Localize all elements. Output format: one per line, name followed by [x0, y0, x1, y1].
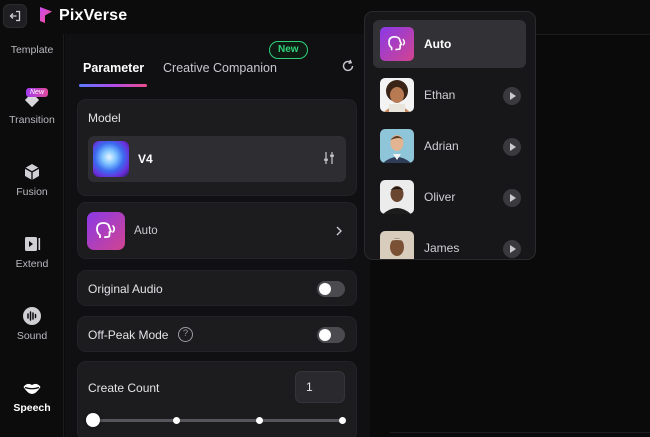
sidebar-item-label: Extend — [15, 258, 49, 270]
voice-value: Auto — [134, 225, 158, 237]
exit-icon — [9, 10, 21, 22]
tab-parameter[interactable]: Parameter — [83, 61, 144, 75]
parameter-panel: Parameter Creative Companion New Model V… — [65, 34, 370, 437]
top-bar: PixVerse — [0, 0, 650, 34]
create-count-card: Create Count 1 — [77, 361, 357, 437]
toggle-knob — [319, 283, 331, 295]
james-avatar-image — [380, 231, 414, 259]
active-tab-indicator — [79, 84, 147, 87]
sidebar-item-sound[interactable]: Sound — [0, 306, 64, 342]
avatar — [380, 180, 414, 214]
voice-option-name: Adrian — [424, 139, 459, 153]
toggle-knob — [319, 329, 331, 341]
create-count-input[interactable]: 1 — [295, 371, 345, 403]
sidebar-item-label: Fusion — [16, 186, 48, 198]
pixverse-logo-icon — [40, 7, 52, 23]
divider — [390, 432, 650, 433]
new-badge: New — [269, 41, 308, 59]
play-icon[interactable] — [503, 87, 521, 105]
avatar — [380, 231, 414, 259]
ethan-avatar-image — [380, 78, 414, 112]
voice-option-adrian[interactable]: Adrian — [373, 122, 526, 170]
off-peak-row: Off-Peak Mode ? — [77, 316, 357, 352]
voice-option-name: James — [424, 241, 460, 255]
voice-option-name: Oliver — [424, 190, 456, 204]
divider — [536, 34, 650, 35]
voice-selector[interactable]: Auto — [77, 202, 357, 259]
model-card: Model V4 — [77, 99, 357, 196]
voice-thumbnail — [87, 212, 125, 250]
sidebar-item-label: Speech — [13, 402, 51, 414]
refresh-icon[interactable] — [341, 59, 355, 73]
back-button[interactable] — [3, 4, 27, 28]
voice-option-name: Auto — [424, 37, 452, 51]
voice-option-oliver[interactable]: Oliver — [373, 173, 526, 221]
waveform-icon — [23, 307, 41, 325]
voice-option-ethan[interactable]: Ethan — [373, 71, 526, 119]
voice-option-james[interactable]: James — [373, 224, 526, 259]
voice-option-auto[interactable]: Auto — [373, 20, 526, 68]
create-count-slider[interactable] — [86, 413, 346, 427]
extend-icon — [25, 237, 41, 251]
slider-step-dot[interactable] — [172, 417, 180, 424]
voice-dropdown: Auto Ethan Adrian Oliver James — [364, 11, 536, 260]
sidebar-item-transition[interactable]: New Transition — [0, 88, 64, 126]
sidebar-item-label: Template — [10, 44, 54, 56]
off-peak-toggle[interactable] — [317, 327, 345, 343]
tab-creative-companion[interactable]: Creative Companion — [163, 61, 277, 75]
auto-voice-avatar — [380, 27, 414, 61]
cube-icon — [24, 164, 40, 180]
model-thumbnail — [93, 141, 129, 177]
avatar — [380, 129, 414, 163]
play-icon[interactable] — [503, 240, 521, 258]
adrian-avatar-image — [380, 129, 414, 163]
model-name: V4 — [138, 152, 153, 166]
sidebar-item-label: Transition — [9, 114, 55, 126]
create-count-label: Create Count — [88, 381, 160, 395]
sidebar-item-fusion[interactable]: Fusion — [0, 162, 64, 198]
sidebar-item-label: Sound — [16, 330, 48, 342]
head-voice-icon — [388, 36, 406, 51]
help-icon[interactable]: ? — [178, 327, 193, 342]
model-title: Model — [88, 111, 121, 125]
sidebar-item-speech[interactable]: Speech — [0, 378, 64, 414]
oliver-avatar-image — [380, 180, 414, 214]
settings-sliders-icon[interactable] — [322, 151, 336, 165]
sidebar-item-extend[interactable]: Extend — [0, 234, 64, 270]
new-badge: New — [26, 88, 49, 97]
slider-step-dot[interactable] — [255, 417, 263, 424]
off-peak-label: Off-Peak Mode — [88, 328, 169, 342]
left-rail: Template New Transition Fusion Extend So… — [0, 34, 64, 437]
slider-knob[interactable] — [86, 413, 100, 427]
slider-step-dot[interactable] — [338, 417, 346, 424]
voice-option-name: Ethan — [424, 88, 456, 102]
model-selector[interactable]: V4 — [88, 136, 346, 182]
sidebar-item-template[interactable]: Template — [0, 44, 64, 56]
chevron-right-icon — [336, 226, 342, 236]
lips-icon — [23, 383, 41, 394]
original-audio-toggle[interactable] — [317, 281, 345, 297]
original-audio-label: Original Audio — [88, 282, 163, 296]
brand-name: PixVerse — [59, 7, 128, 24]
avatar — [380, 78, 414, 112]
panel-tabs: Parameter Creative Companion New — [65, 34, 370, 87]
play-icon[interactable] — [503, 138, 521, 156]
play-icon[interactable] — [503, 189, 521, 207]
original-audio-row: Original Audio — [77, 270, 357, 306]
head-voice-icon — [96, 222, 116, 238]
